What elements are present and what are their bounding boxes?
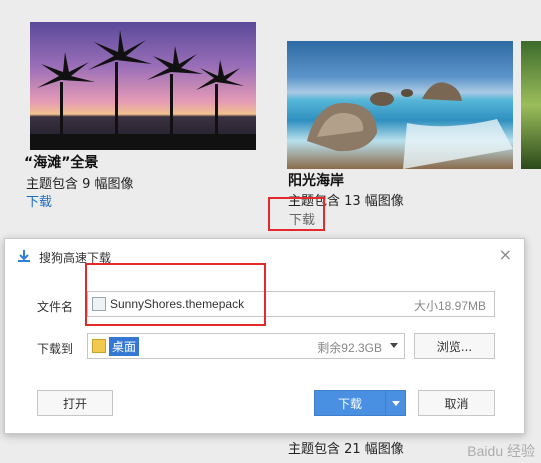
folder-icon bbox=[92, 339, 106, 353]
download-options-button[interactable] bbox=[385, 390, 406, 416]
annotation-highlight-filename bbox=[85, 263, 266, 326]
palm-silhouette-image bbox=[30, 30, 256, 150]
theme-image-count: 主题包含 9 幅图像 bbox=[26, 177, 134, 192]
browse-button[interactable]: 浏览... bbox=[414, 333, 495, 359]
file-size: 大小18.97MB bbox=[413, 299, 486, 313]
download-button[interactable]: 下载 bbox=[314, 390, 386, 416]
save-location-value: 桌面 bbox=[109, 337, 140, 356]
file-name-label: 文件名 bbox=[37, 300, 74, 314]
save-to-label: 下载到 bbox=[37, 342, 74, 356]
rocky-coast-image bbox=[307, 82, 513, 169]
close-icon[interactable]: × bbox=[499, 245, 512, 264]
watermark: Baidu 经验 bbox=[467, 443, 535, 459]
chevron-down-icon bbox=[391, 400, 400, 406]
cancel-button[interactable]: 取消 bbox=[418, 390, 495, 416]
open-button[interactable]: 打开 bbox=[37, 390, 113, 416]
free-space: 剩余92.3GB bbox=[317, 341, 382, 355]
download-link[interactable]: 下载 bbox=[26, 191, 52, 210]
annotation-highlight-download bbox=[268, 197, 325, 231]
theme-image-count: 主题包含 21 幅图像 bbox=[288, 442, 404, 457]
theme-title: “海滩”全景 bbox=[24, 155, 99, 171]
download-icon bbox=[18, 250, 30, 262]
theme-thumbnail[interactable] bbox=[30, 22, 256, 150]
chevron-down-icon bbox=[390, 343, 398, 348]
save-location-dropdown[interactable]: 桌面 剩余92.3GB bbox=[87, 333, 405, 359]
theme-thumbnail[interactable] bbox=[287, 41, 513, 169]
theme-thumbnail[interactable] bbox=[521, 41, 541, 169]
theme-title: 阳光海岸 bbox=[288, 173, 344, 189]
